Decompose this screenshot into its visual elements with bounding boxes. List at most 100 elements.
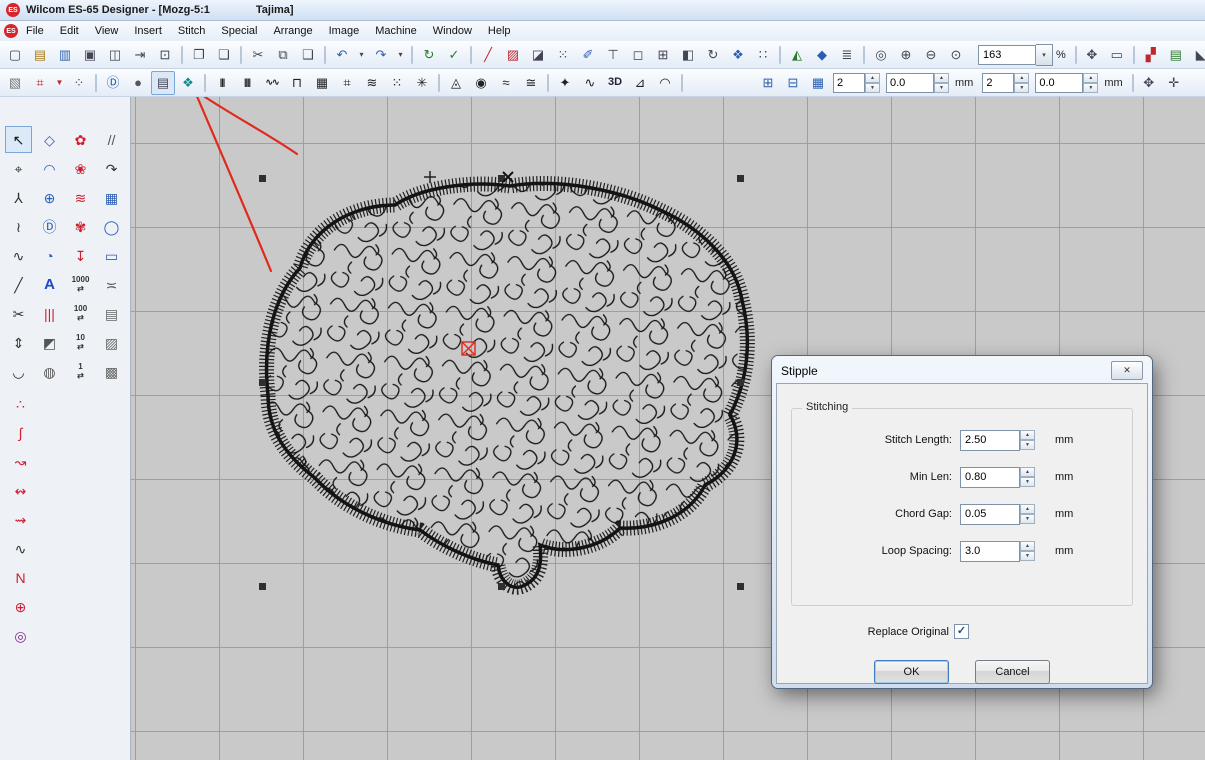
- rotate-icon[interactable]: ↻: [701, 43, 725, 67]
- pattern-stamp-tool[interactable]: ▤: [98, 300, 125, 327]
- spin-down-button[interactable]: ▼: [1083, 83, 1098, 93]
- stitch-length-input[interactable]: [960, 430, 1020, 451]
- scissors-tool[interactable]: ✂: [5, 300, 32, 327]
- thread-chart-icon[interactable]: ⌗: [28, 71, 52, 95]
- design-check-icon[interactable]: ✓: [442, 43, 466, 67]
- backstitch-tool[interactable]: ↭: [7, 477, 34, 504]
- threads-palette-icon[interactable]: ▧: [3, 71, 27, 95]
- ring-tool[interactable]: ◍: [36, 358, 63, 385]
- run-stitch-sample-icon[interactable]: ╱: [476, 43, 500, 67]
- spin-up-button[interactable]: ▲: [865, 73, 880, 83]
- loop-spacing-input[interactable]: [960, 541, 1020, 562]
- redo-dropdown-icon[interactable]: ▾: [394, 43, 407, 67]
- zigzag-stitch-tool[interactable]: ≋: [67, 184, 94, 211]
- zoom-level-combo[interactable]: ▾: [978, 45, 1053, 65]
- menu-stitch[interactable]: Stitch: [170, 23, 214, 39]
- measure-tool[interactable]: ⇕: [5, 329, 32, 356]
- small-flower-tool[interactable]: ❀: [67, 155, 94, 182]
- grid-toggle-icon[interactable]: ⊞: [651, 43, 675, 67]
- fan-tool[interactable]: ◡: [5, 358, 32, 385]
- guide-offset-spinner[interactable]: ▲▼: [1035, 73, 1098, 93]
- snap-to-grid-icon[interactable]: ⊟: [781, 71, 805, 95]
- hatch-lines-tool[interactable]: //: [98, 126, 125, 153]
- open-design-icon[interactable]: ▤: [28, 43, 52, 67]
- liquid-effect-icon[interactable]: ≅: [519, 71, 543, 95]
- select-tool[interactable]: ↖: [5, 126, 32, 153]
- program-split-icon[interactable]: ⁙: [385, 71, 409, 95]
- pan-mode-icon[interactable]: ✥: [1137, 71, 1161, 95]
- spin-up-button[interactable]: ▲: [1020, 430, 1035, 440]
- insert-design-icon[interactable]: ❐: [187, 43, 211, 67]
- entry-point-tool[interactable]: ⊕: [7, 593, 34, 620]
- show-grid-icon[interactable]: ⊞: [756, 71, 780, 95]
- menu-insert[interactable]: Insert: [126, 23, 170, 39]
- dotted-outline-icon[interactable]: ⁙: [551, 43, 575, 67]
- pan-icon[interactable]: ✥: [1080, 43, 1104, 67]
- cut-icon[interactable]: ✂: [246, 43, 270, 67]
- drop-stitch-tool[interactable]: ↧: [67, 242, 94, 269]
- pencil-digitize-icon[interactable]: ✐: [576, 43, 600, 67]
- fill-sample-icon[interactable]: ◪: [526, 43, 550, 67]
- zoom-previous-icon[interactable]: ⊙: [944, 43, 968, 67]
- document-system-icon[interactable]: ES: [4, 24, 18, 38]
- grid-10-tool[interactable]: 10 ⇄: [67, 329, 94, 356]
- closed-object-icon[interactable]: ❖: [176, 71, 200, 95]
- satin-wide-icon[interactable]: ||||: [235, 71, 259, 95]
- spin-up-button[interactable]: ▲: [1014, 73, 1029, 83]
- ellipse-tool[interactable]: ◯: [98, 213, 125, 240]
- replace-original-checkbox[interactable]: ✓: [954, 624, 969, 639]
- stem-stitch-tool[interactable]: ∫: [7, 419, 34, 446]
- dialog-title-bar[interactable]: Stipple ✕: [775, 359, 1149, 382]
- satin-stitch-icon[interactable]: |||: [210, 71, 234, 95]
- flower-motif-tool[interactable]: ✿: [67, 126, 94, 153]
- spin-down-button[interactable]: ▼: [1020, 440, 1035, 450]
- column-stitch-tool[interactable]: |||: [36, 300, 63, 327]
- array-icon[interactable]: ∷: [751, 43, 775, 67]
- guide-offset-input[interactable]: [1035, 73, 1083, 93]
- daisy-tool[interactable]: ✾: [67, 213, 94, 240]
- cross-stitch-icon[interactable]: ✳: [410, 71, 434, 95]
- backdrop-tool[interactable]: ◔: [36, 242, 63, 269]
- menu-machine[interactable]: Machine: [367, 23, 425, 39]
- n-stitch-tool[interactable]: N: [7, 564, 34, 591]
- rotate-handle-tool[interactable]: ◎: [7, 622, 34, 649]
- menu-image[interactable]: Image: [321, 23, 368, 39]
- grid-100-tool[interactable]: 100 ⇄: [67, 300, 94, 327]
- spin-down-button[interactable]: ▼: [1020, 477, 1035, 487]
- mirror-icon[interactable]: ◧: [676, 43, 700, 67]
- new-design-icon[interactable]: ▢: [3, 43, 27, 67]
- grid-1000-tool[interactable]: 1000 ⇄: [67, 271, 94, 298]
- mesh-tool[interactable]: ▦: [98, 184, 125, 211]
- menu-view[interactable]: View: [87, 23, 127, 39]
- shade-tool[interactable]: ▩: [98, 358, 125, 385]
- blanket-stitch-tool[interactable]: ∿: [7, 535, 34, 562]
- ripple-fill-icon[interactable]: ∿: [578, 71, 602, 95]
- texture-tool[interactable]: ▨: [98, 329, 125, 356]
- lettering-tool[interactable]: A: [36, 271, 63, 298]
- design-properties-icon[interactable]: ▤: [1164, 43, 1188, 67]
- min-len-input[interactable]: [960, 467, 1020, 488]
- zigzag-stitch-icon[interactable]: ∿∿: [260, 71, 284, 95]
- menu-window[interactable]: Window: [425, 23, 480, 39]
- color-dropdown-icon[interactable]: ▼: [53, 71, 66, 95]
- measure-mode-icon[interactable]: ✛: [1162, 71, 1186, 95]
- curve-tool[interactable]: ↷: [98, 155, 125, 182]
- slow-redraw-icon[interactable]: ↻: [417, 43, 441, 67]
- branching-tool[interactable]: ⅄: [5, 184, 32, 211]
- outline-design-icon[interactable]: Ⓓ: [101, 71, 125, 95]
- ruler-guides-icon[interactable]: ▦: [806, 71, 830, 95]
- candlewick-tool[interactable]: ⇝: [7, 506, 34, 533]
- chord-gap-input[interactable]: [960, 504, 1020, 525]
- florentine-effect-icon[interactable]: ≈: [494, 71, 518, 95]
- spin-down-button[interactable]: ▼: [1014, 83, 1029, 93]
- motif-fill-icon[interactable]: ≋: [360, 71, 384, 95]
- color-film-icon[interactable]: ▞: [1139, 43, 1163, 67]
- e-stitch-icon[interactable]: ⊓: [285, 71, 309, 95]
- spin-down-button[interactable]: ▼: [1020, 514, 1035, 524]
- reshape-tool[interactable]: ◇: [36, 126, 63, 153]
- spin-down-button[interactable]: ▼: [1020, 551, 1035, 561]
- zoom-out-icon[interactable]: ⊖: [919, 43, 943, 67]
- rectangle-tool[interactable]: ▭: [98, 242, 125, 269]
- print-icon[interactable]: ▣: [78, 43, 102, 67]
- fill-half-tool[interactable]: ◩: [36, 329, 63, 356]
